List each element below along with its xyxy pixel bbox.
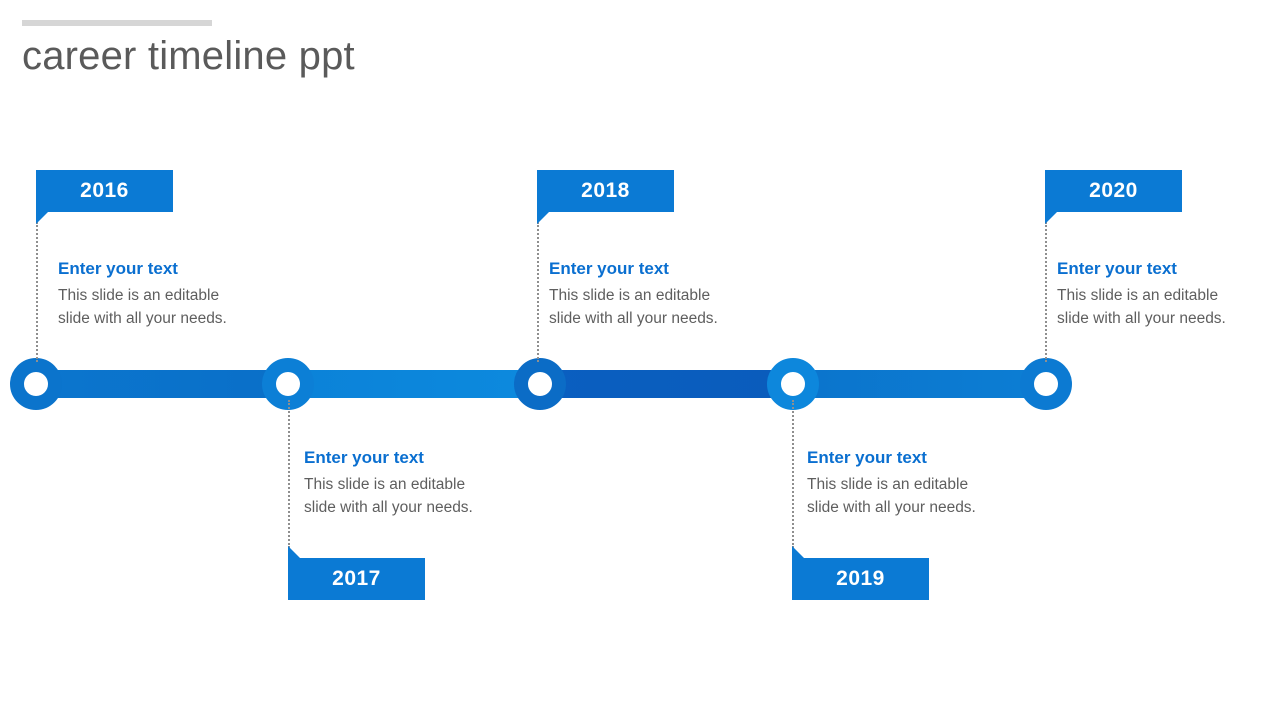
text-heading-2020: Enter your text	[1057, 259, 1177, 278]
text-body-line-1: This slide is an editable	[1057, 287, 1219, 304]
text-block-2019: Enter your text This slide is an editabl…	[807, 447, 1057, 519]
page-title: career timeline ppt	[22, 34, 355, 78]
text-body-line-2: slide with all your needs.	[304, 499, 473, 516]
badge-tail-icon	[537, 212, 549, 224]
text-body-line-1: This slide is an editable	[304, 476, 466, 493]
text-body-line-1: This slide is an editable	[807, 476, 969, 493]
timeline-node-2016[interactable]	[10, 358, 62, 410]
badge-tail-icon	[36, 212, 48, 224]
text-body-2017: This slide is an editable slide with all…	[304, 473, 554, 519]
timeline-segment-3	[540, 370, 793, 398]
badge-tail-icon	[288, 546, 300, 558]
text-heading-2017: Enter your text	[304, 448, 424, 467]
badge-tail-icon	[792, 546, 804, 558]
year-label-2020: 2020	[1089, 179, 1138, 202]
timeline-node-2020[interactable]	[1020, 358, 1072, 410]
connector-line-2020	[1045, 222, 1047, 362]
timeline-segment-4	[793, 370, 1046, 398]
text-block-2020: Enter your text This slide is an editabl…	[1057, 258, 1280, 330]
text-body-2020: This slide is an editable slide with all…	[1057, 284, 1280, 330]
year-label-2016: 2016	[80, 179, 129, 202]
slide-canvas: career timeline ppt 2016 Enter your text…	[0, 0, 1280, 720]
text-body-line-2: slide with all your needs.	[58, 310, 227, 327]
year-badge-2016[interactable]: 2016	[36, 170, 173, 224]
connector-line-2017	[288, 400, 290, 548]
year-label-2019: 2019	[836, 567, 885, 590]
text-body-2018: This slide is an editable slide with all…	[549, 284, 799, 330]
year-badge-2017[interactable]: 2017	[288, 546, 425, 600]
text-heading-2018: Enter your text	[549, 259, 669, 278]
text-block-2017: Enter your text This slide is an editabl…	[304, 447, 554, 519]
text-body-2019: This slide is an editable slide with all…	[807, 473, 1057, 519]
text-body-line-2: slide with all your needs.	[807, 499, 976, 516]
text-block-2016: Enter your text This slide is an editabl…	[58, 258, 308, 330]
text-heading-2019: Enter your text	[807, 448, 927, 467]
connector-line-2019	[792, 400, 794, 548]
text-block-2018: Enter your text This slide is an editabl…	[549, 258, 799, 330]
year-badge-2018[interactable]: 2018	[537, 170, 674, 224]
year-label-2017: 2017	[332, 567, 381, 590]
timeline-segment-2	[288, 370, 540, 398]
connector-line-2016	[36, 222, 38, 362]
text-body-2016: This slide is an editable slide with all…	[58, 284, 308, 330]
text-body-line-2: slide with all your needs.	[549, 310, 718, 327]
timeline-segment-1	[36, 370, 288, 398]
text-heading-2016: Enter your text	[58, 259, 178, 278]
text-body-line-2: slide with all your needs.	[1057, 310, 1226, 327]
year-label-2018: 2018	[581, 179, 630, 202]
title-accent-rule	[22, 20, 212, 26]
timeline-node-2018[interactable]	[514, 358, 566, 410]
year-badge-2020[interactable]: 2020	[1045, 170, 1182, 224]
text-body-line-1: This slide is an editable	[549, 287, 711, 304]
text-body-line-1: This slide is an editable	[58, 287, 220, 304]
connector-line-2018	[537, 222, 539, 362]
year-badge-2019[interactable]: 2019	[792, 546, 929, 600]
badge-tail-icon	[1045, 212, 1057, 224]
